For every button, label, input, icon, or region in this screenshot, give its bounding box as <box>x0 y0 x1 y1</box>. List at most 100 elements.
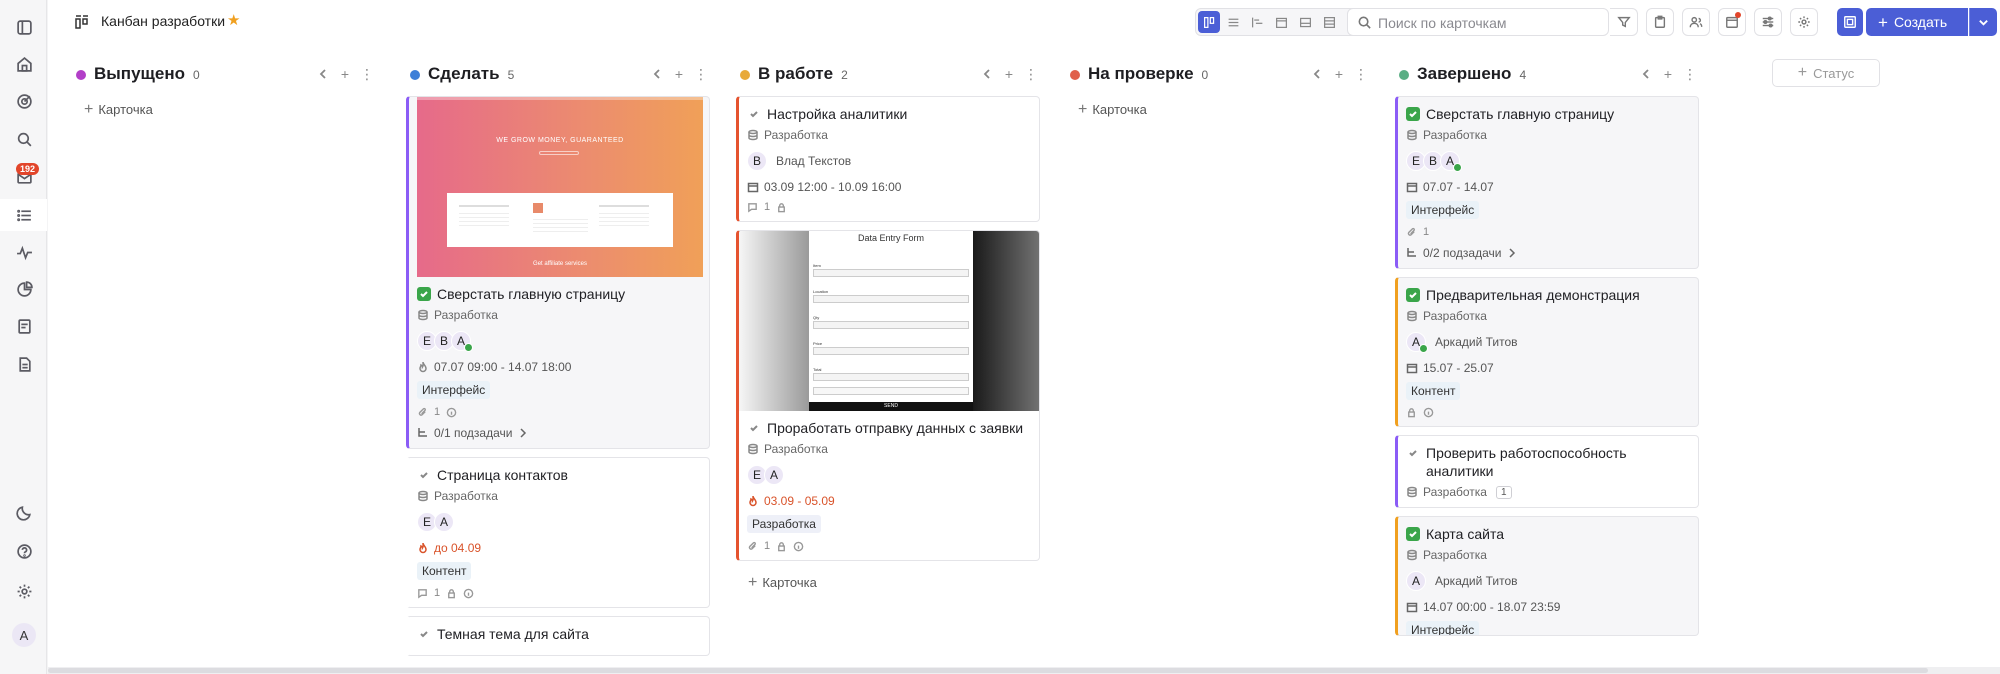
sidebar-toggle-icon[interactable] <box>13 16 35 38</box>
collapse-icon[interactable] <box>978 65 996 83</box>
files-view-button[interactable] <box>1294 11 1316 33</box>
assignees[interactable]: Е А <box>747 464 1029 486</box>
check-icon[interactable] <box>747 107 761 121</box>
notifications-button[interactable] <box>1718 8 1746 36</box>
check-icon[interactable] <box>747 421 761 435</box>
check-icon[interactable] <box>417 468 431 482</box>
settings-icon[interactable] <box>13 580 35 602</box>
more-icon[interactable]: ⋮ <box>692 65 710 83</box>
add-card-button[interactable]: + Карточка <box>736 573 1040 593</box>
add-card-icon[interactable]: + <box>1659 65 1677 83</box>
kanban-card[interactable]: Темная тема для сайта <box>406 616 710 656</box>
clipboard-button[interactable] <box>1646 8 1674 36</box>
done-check-icon[interactable] <box>1406 288 1420 302</box>
document-icon[interactable] <box>13 353 35 375</box>
check-icon[interactable] <box>417 627 431 641</box>
done-check-icon[interactable] <box>417 287 431 301</box>
assignees[interactable]: А Аркадий Титов <box>1406 331 1688 353</box>
list-view-button[interactable] <box>1222 11 1244 33</box>
report-icon[interactable] <box>13 315 35 337</box>
collapse-icon[interactable] <box>1308 65 1326 83</box>
collapse-icon[interactable] <box>1637 65 1655 83</box>
collapse-icon[interactable] <box>314 65 332 83</box>
calendar-icon <box>1406 602 1418 613</box>
column-header: Завершено 4 + ⋮ <box>1395 56 1699 92</box>
pie-chart-icon[interactable] <box>13 278 35 300</box>
subtasks-toggle[interactable]: 0/1 подзадачи <box>417 426 699 440</box>
activity-icon[interactable] <box>13 241 35 263</box>
home-icon[interactable] <box>13 53 35 75</box>
add-card-icon[interactable]: + <box>1000 65 1018 83</box>
card-tag[interactable]: Интерфейс <box>1406 621 1480 635</box>
users-icon <box>1689 16 1703 28</box>
more-icon[interactable]: ⋮ <box>358 65 376 83</box>
settings-sliders-button[interactable] <box>1754 8 1782 36</box>
kanban-card[interactable]: Настройка аналитики Разработка В Влад Те… <box>736 96 1040 222</box>
kanban-view-button[interactable] <box>1198 11 1220 33</box>
assignees[interactable]: Е В А <box>1406 150 1688 172</box>
column-count: 2 <box>841 68 848 82</box>
target-icon[interactable] <box>13 90 35 112</box>
add-card-button[interactable]: + Карточка <box>1066 100 1370 120</box>
card-tag[interactable]: Контент <box>1406 382 1461 400</box>
scrollbar-thumb[interactable] <box>48 668 1928 673</box>
database-icon <box>1407 129 1417 141</box>
assignees[interactable]: Е В А <box>417 330 699 352</box>
kanban-card[interactable]: Страница контактов Разработка Е А до 04.… <box>406 457 710 608</box>
kanban-card[interactable]: WE GROW MONEY, GUARANTEED Get affiliate … <box>406 96 710 449</box>
search-input[interactable] <box>1378 13 1578 33</box>
more-icon[interactable]: ⋮ <box>1022 65 1040 83</box>
add-card-icon[interactable]: + <box>1330 65 1348 83</box>
gantt-view-button[interactable] <box>1246 11 1268 33</box>
search-icon[interactable] <box>13 128 35 150</box>
card-tag[interactable]: Интерфейс <box>1406 201 1480 219</box>
fire-icon <box>419 542 427 554</box>
layout-button[interactable] <box>1837 8 1863 36</box>
comment-icon <box>418 588 427 598</box>
assignees[interactable]: В Влад Текстов <box>747 150 1029 172</box>
kanban-card[interactable]: Data Entry Form Item Location Qty Price … <box>736 230 1040 561</box>
card-tag[interactable]: Контент <box>417 562 472 580</box>
add-card-button[interactable]: + Карточка <box>72 100 376 120</box>
filter-button[interactable] <box>1610 8 1638 36</box>
kanban-card[interactable]: Сверстать главную страницу Разработка Е … <box>1395 96 1699 269</box>
done-check-icon[interactable] <box>1406 107 1420 121</box>
more-icon[interactable]: ⋮ <box>1681 65 1699 83</box>
add-card-icon[interactable]: + <box>336 65 354 83</box>
more-icon[interactable]: ⋮ <box>1352 65 1370 83</box>
create-dropdown-button[interactable] <box>1969 8 1997 36</box>
subtasks-toggle[interactable]: 0/2 подзадачи <box>1406 246 1688 260</box>
card-project: Разработка <box>1423 485 1487 499</box>
horizontal-scrollbar[interactable] <box>48 667 2000 674</box>
assignees[interactable]: А Аркадий Титов <box>1406 570 1688 592</box>
favorite-star-icon[interactable]: ★ <box>227 11 240 29</box>
card-tag[interactable]: Разработка <box>747 515 821 533</box>
card-project: Разработка <box>764 128 828 142</box>
paperclip-icon <box>418 407 426 416</box>
moon-icon[interactable] <box>13 501 35 523</box>
calendar-view-button[interactable] <box>1270 11 1292 33</box>
kanban-card[interactable]: Проверить работоспособность аналитики Ра… <box>1395 435 1699 508</box>
create-button[interactable]: + Создать <box>1866 8 1968 36</box>
help-icon[interactable] <box>13 540 35 562</box>
list-icon[interactable] <box>13 204 35 226</box>
table-view-button[interactable] <box>1318 11 1340 33</box>
board-title: Канбан разработки <box>101 13 226 29</box>
assignees[interactable]: Е А <box>417 511 699 533</box>
check-icon[interactable] <box>1406 446 1420 460</box>
board-settings-button[interactable] <box>1790 8 1818 36</box>
done-check-icon[interactable] <box>1406 527 1420 541</box>
status-dot <box>410 70 420 80</box>
add-status-button[interactable]: + Статус <box>1772 59 1880 87</box>
collapse-icon[interactable] <box>648 65 666 83</box>
calendar-icon <box>747 182 759 193</box>
create-label: Создать <box>1893 14 1948 30</box>
add-card-icon[interactable]: + <box>670 65 688 83</box>
user-avatar[interactable]: А <box>12 623 36 647</box>
members-button[interactable] <box>1682 8 1710 36</box>
card-tag[interactable]: Интерфейс <box>417 381 491 399</box>
kanban-card[interactable]: Карта сайта Разработка А Аркадий Титов 1… <box>1395 516 1699 636</box>
column-title: Сделать 5 <box>428 64 515 83</box>
card-date: 03.09 - 05.09 <box>764 494 835 508</box>
kanban-card[interactable]: Предварительная демонстрация Разработка … <box>1395 277 1699 427</box>
